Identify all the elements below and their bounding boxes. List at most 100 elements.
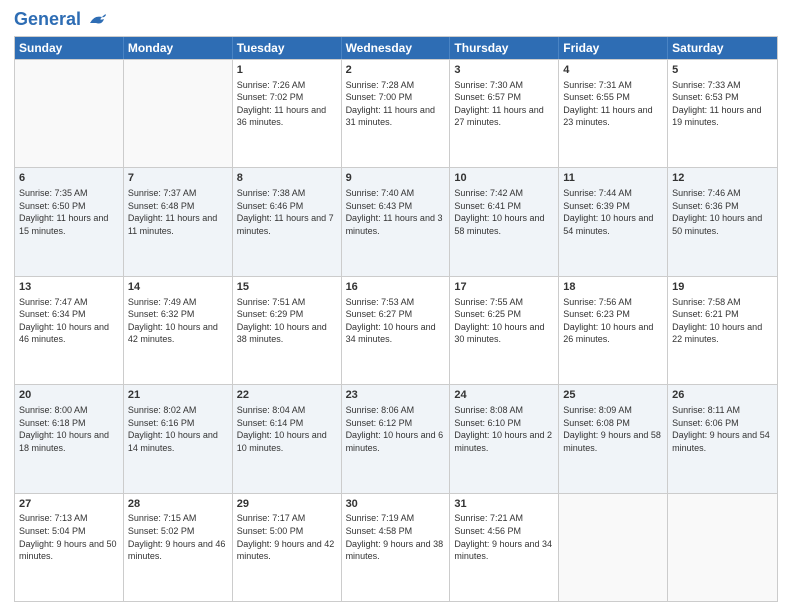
logo: General bbox=[14, 10, 106, 30]
sun-info: Sunrise: 7:53 AMSunset: 6:27 PMDaylight:… bbox=[346, 296, 446, 346]
day-number: 20 bbox=[19, 388, 119, 403]
calendar-cell-9: 9Sunrise: 7:40 AMSunset: 6:43 PMDaylight… bbox=[342, 168, 451, 275]
sun-info: Sunrise: 7:40 AMSunset: 6:43 PMDaylight:… bbox=[346, 187, 446, 237]
calendar-cell-22: 22Sunrise: 8:04 AMSunset: 6:14 PMDayligh… bbox=[233, 385, 342, 492]
sun-info: Sunrise: 7:28 AMSunset: 7:00 PMDaylight:… bbox=[346, 79, 446, 129]
day-number: 14 bbox=[128, 280, 228, 295]
day-number: 6 bbox=[19, 171, 119, 186]
day-number: 8 bbox=[237, 171, 337, 186]
day-number: 27 bbox=[19, 497, 119, 512]
day-number: 24 bbox=[454, 388, 554, 403]
page: General SundayMondayTuesdayWednesdayThur… bbox=[0, 0, 792, 612]
weekday-header-friday: Friday bbox=[559, 37, 668, 59]
header: General bbox=[14, 10, 778, 30]
day-number: 9 bbox=[346, 171, 446, 186]
sun-info: Sunrise: 8:00 AMSunset: 6:18 PMDaylight:… bbox=[19, 404, 119, 454]
day-number: 26 bbox=[672, 388, 773, 403]
calendar-cell-30: 30Sunrise: 7:19 AMSunset: 4:58 PMDayligh… bbox=[342, 494, 451, 601]
sun-info: Sunrise: 7:49 AMSunset: 6:32 PMDaylight:… bbox=[128, 296, 228, 346]
sun-info: Sunrise: 7:44 AMSunset: 6:39 PMDaylight:… bbox=[563, 187, 663, 237]
calendar-cell-13: 13Sunrise: 7:47 AMSunset: 6:34 PMDayligh… bbox=[15, 277, 124, 384]
calendar-cell-31: 31Sunrise: 7:21 AMSunset: 4:56 PMDayligh… bbox=[450, 494, 559, 601]
calendar-cell-5: 5Sunrise: 7:33 AMSunset: 6:53 PMDaylight… bbox=[668, 60, 777, 167]
calendar-cell-6: 6Sunrise: 7:35 AMSunset: 6:50 PMDaylight… bbox=[15, 168, 124, 275]
day-number: 12 bbox=[672, 171, 773, 186]
calendar-cell-18: 18Sunrise: 7:56 AMSunset: 6:23 PMDayligh… bbox=[559, 277, 668, 384]
calendar-cell-23: 23Sunrise: 8:06 AMSunset: 6:12 PMDayligh… bbox=[342, 385, 451, 492]
sun-info: Sunrise: 7:19 AMSunset: 4:58 PMDaylight:… bbox=[346, 512, 446, 562]
calendar-cell-16: 16Sunrise: 7:53 AMSunset: 6:27 PMDayligh… bbox=[342, 277, 451, 384]
day-number: 22 bbox=[237, 388, 337, 403]
calendar-cell-27: 27Sunrise: 7:13 AMSunset: 5:04 PMDayligh… bbox=[15, 494, 124, 601]
calendar-row-3: 13Sunrise: 7:47 AMSunset: 6:34 PMDayligh… bbox=[15, 276, 777, 384]
sun-info: Sunrise: 7:38 AMSunset: 6:46 PMDaylight:… bbox=[237, 187, 337, 237]
calendar-row-1: 1Sunrise: 7:26 AMSunset: 7:02 PMDaylight… bbox=[15, 59, 777, 167]
calendar-cell-empty-4-5 bbox=[559, 494, 668, 601]
calendar-cell-7: 7Sunrise: 7:37 AMSunset: 6:48 PMDaylight… bbox=[124, 168, 233, 275]
day-number: 4 bbox=[563, 63, 663, 78]
day-number: 13 bbox=[19, 280, 119, 295]
calendar-cell-21: 21Sunrise: 8:02 AMSunset: 6:16 PMDayligh… bbox=[124, 385, 233, 492]
sun-info: Sunrise: 7:47 AMSunset: 6:34 PMDaylight:… bbox=[19, 296, 119, 346]
calendar: SundayMondayTuesdayWednesdayThursdayFrid… bbox=[14, 36, 778, 602]
sun-info: Sunrise: 8:09 AMSunset: 6:08 PMDaylight:… bbox=[563, 404, 663, 454]
logo-bird-icon bbox=[88, 13, 106, 27]
day-number: 25 bbox=[563, 388, 663, 403]
calendar-cell-24: 24Sunrise: 8:08 AMSunset: 6:10 PMDayligh… bbox=[450, 385, 559, 492]
sun-info: Sunrise: 7:55 AMSunset: 6:25 PMDaylight:… bbox=[454, 296, 554, 346]
calendar-cell-empty-0-0 bbox=[15, 60, 124, 167]
day-number: 18 bbox=[563, 280, 663, 295]
calendar-cell-empty-4-6 bbox=[668, 494, 777, 601]
day-number: 11 bbox=[563, 171, 663, 186]
calendar-row-2: 6Sunrise: 7:35 AMSunset: 6:50 PMDaylight… bbox=[15, 167, 777, 275]
calendar-cell-19: 19Sunrise: 7:58 AMSunset: 6:21 PMDayligh… bbox=[668, 277, 777, 384]
calendar-cell-10: 10Sunrise: 7:42 AMSunset: 6:41 PMDayligh… bbox=[450, 168, 559, 275]
sun-info: Sunrise: 8:04 AMSunset: 6:14 PMDaylight:… bbox=[237, 404, 337, 454]
sun-info: Sunrise: 7:26 AMSunset: 7:02 PMDaylight:… bbox=[237, 79, 337, 129]
sun-info: Sunrise: 7:33 AMSunset: 6:53 PMDaylight:… bbox=[672, 79, 773, 129]
calendar-cell-8: 8Sunrise: 7:38 AMSunset: 6:46 PMDaylight… bbox=[233, 168, 342, 275]
sun-info: Sunrise: 7:51 AMSunset: 6:29 PMDaylight:… bbox=[237, 296, 337, 346]
sun-info: Sunrise: 8:06 AMSunset: 6:12 PMDaylight:… bbox=[346, 404, 446, 454]
weekday-header-wednesday: Wednesday bbox=[342, 37, 451, 59]
day-number: 31 bbox=[454, 497, 554, 512]
calendar-header: SundayMondayTuesdayWednesdayThursdayFrid… bbox=[15, 37, 777, 59]
calendar-cell-4: 4Sunrise: 7:31 AMSunset: 6:55 PMDaylight… bbox=[559, 60, 668, 167]
day-number: 2 bbox=[346, 63, 446, 78]
day-number: 30 bbox=[346, 497, 446, 512]
day-number: 1 bbox=[237, 63, 337, 78]
day-number: 15 bbox=[237, 280, 337, 295]
sun-info: Sunrise: 7:35 AMSunset: 6:50 PMDaylight:… bbox=[19, 187, 119, 237]
calendar-body: 1Sunrise: 7:26 AMSunset: 7:02 PMDaylight… bbox=[15, 59, 777, 601]
calendar-cell-11: 11Sunrise: 7:44 AMSunset: 6:39 PMDayligh… bbox=[559, 168, 668, 275]
day-number: 28 bbox=[128, 497, 228, 512]
sun-info: Sunrise: 7:30 AMSunset: 6:57 PMDaylight:… bbox=[454, 79, 554, 129]
calendar-cell-1: 1Sunrise: 7:26 AMSunset: 7:02 PMDaylight… bbox=[233, 60, 342, 167]
calendar-cell-28: 28Sunrise: 7:15 AMSunset: 5:02 PMDayligh… bbox=[124, 494, 233, 601]
calendar-cell-2: 2Sunrise: 7:28 AMSunset: 7:00 PMDaylight… bbox=[342, 60, 451, 167]
day-number: 10 bbox=[454, 171, 554, 186]
sun-info: Sunrise: 7:13 AMSunset: 5:04 PMDaylight:… bbox=[19, 512, 119, 562]
weekday-header-monday: Monday bbox=[124, 37, 233, 59]
day-number: 3 bbox=[454, 63, 554, 78]
calendar-row-4: 20Sunrise: 8:00 AMSunset: 6:18 PMDayligh… bbox=[15, 384, 777, 492]
sun-info: Sunrise: 7:58 AMSunset: 6:21 PMDaylight:… bbox=[672, 296, 773, 346]
sun-info: Sunrise: 7:17 AMSunset: 5:00 PMDaylight:… bbox=[237, 512, 337, 562]
calendar-cell-29: 29Sunrise: 7:17 AMSunset: 5:00 PMDayligh… bbox=[233, 494, 342, 601]
sun-info: Sunrise: 7:56 AMSunset: 6:23 PMDaylight:… bbox=[563, 296, 663, 346]
day-number: 29 bbox=[237, 497, 337, 512]
calendar-cell-3: 3Sunrise: 7:30 AMSunset: 6:57 PMDaylight… bbox=[450, 60, 559, 167]
weekday-header-thursday: Thursday bbox=[450, 37, 559, 59]
sun-info: Sunrise: 7:37 AMSunset: 6:48 PMDaylight:… bbox=[128, 187, 228, 237]
logo-text: General bbox=[14, 10, 106, 30]
calendar-cell-25: 25Sunrise: 8:09 AMSunset: 6:08 PMDayligh… bbox=[559, 385, 668, 492]
calendar-cell-empty-0-1 bbox=[124, 60, 233, 167]
weekday-header-saturday: Saturday bbox=[668, 37, 777, 59]
sun-info: Sunrise: 7:21 AMSunset: 4:56 PMDaylight:… bbox=[454, 512, 554, 562]
day-number: 17 bbox=[454, 280, 554, 295]
sun-info: Sunrise: 8:11 AMSunset: 6:06 PMDaylight:… bbox=[672, 404, 773, 454]
day-number: 5 bbox=[672, 63, 773, 78]
sun-info: Sunrise: 7:31 AMSunset: 6:55 PMDaylight:… bbox=[563, 79, 663, 129]
sun-info: Sunrise: 8:08 AMSunset: 6:10 PMDaylight:… bbox=[454, 404, 554, 454]
calendar-cell-14: 14Sunrise: 7:49 AMSunset: 6:32 PMDayligh… bbox=[124, 277, 233, 384]
